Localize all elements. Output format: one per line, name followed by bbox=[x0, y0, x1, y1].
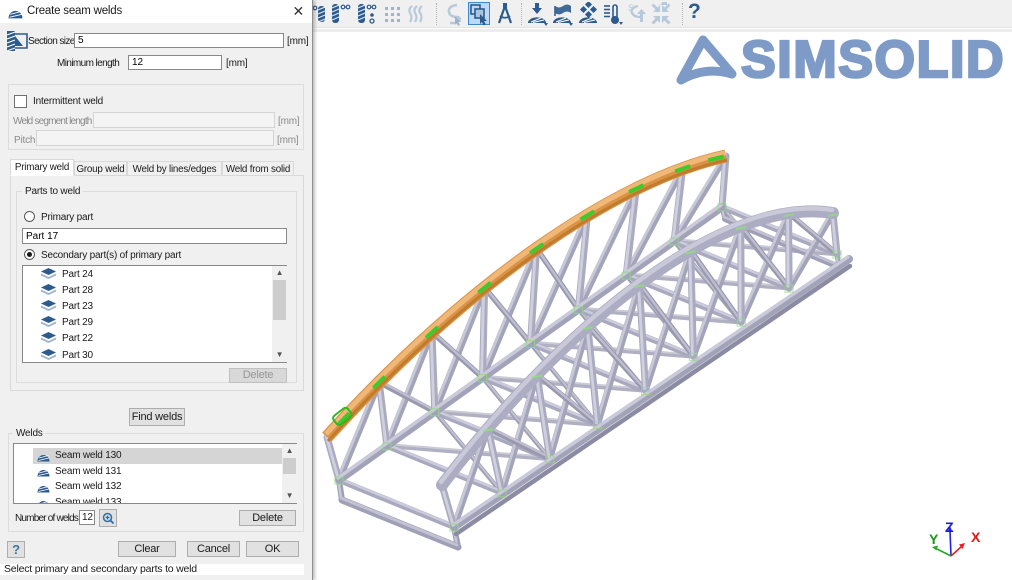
svg-text:Z: Z bbox=[945, 519, 954, 535]
svg-text:Y: Y bbox=[929, 531, 939, 547]
svg-text:X: X bbox=[971, 529, 981, 545]
